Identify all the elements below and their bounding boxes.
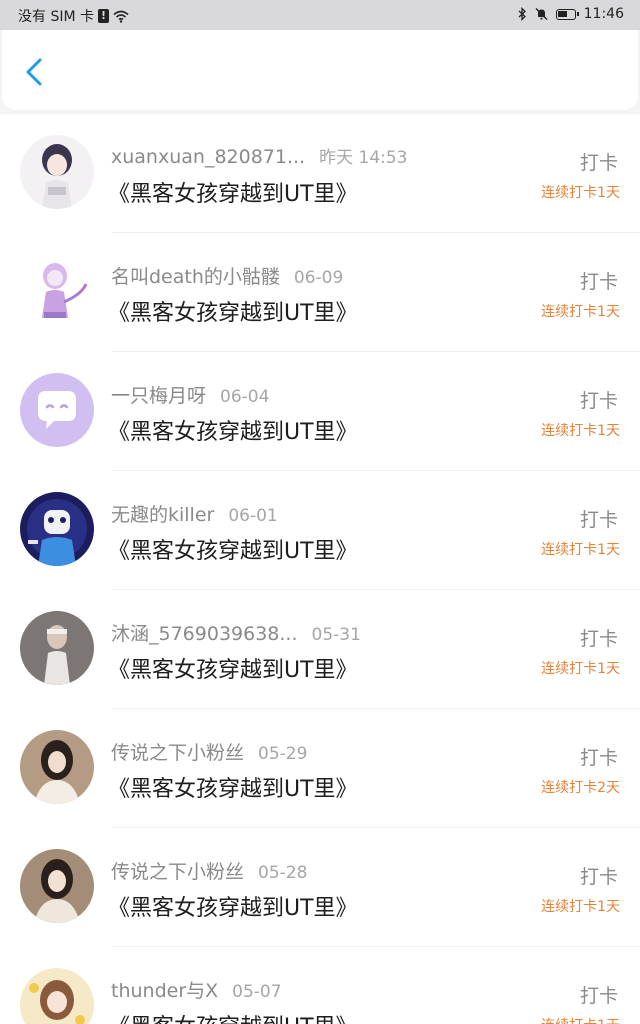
list-item[interactable]: 传说之下小粉丝 05-29 《黑客女孩穿越到UT里》 打卡 连续打卡2天: [0, 709, 640, 828]
checkin-time: 昨天 14:53: [319, 148, 408, 168]
list-item[interactable]: xuanxuan_820871... 昨天 14:53 《黑客女孩穿越到UT里》 …: [0, 114, 640, 233]
book-title: 《黑客女孩穿越到UT里》: [108, 777, 358, 802]
bluetooth-icon: [518, 7, 526, 21]
user-name-line: 无趣的killer 06-01: [111, 500, 278, 527]
status-bar: 没有 SIM 卡 ! 11:46: [0, 0, 640, 30]
checkin-label: 打卡: [579, 271, 618, 293]
status-time: 11:46: [583, 6, 624, 22]
status-right: 11:46: [518, 6, 624, 22]
avatar[interactable]: [20, 849, 94, 923]
checkin-time: 06-04: [220, 387, 270, 407]
avatar[interactable]: [20, 254, 94, 328]
user-name: 沐涵_5769039638...: [111, 623, 298, 645]
avatar[interactable]: [20, 373, 94, 447]
list-item[interactable]: 传说之下小粉丝 05-28 《黑客女孩穿越到UT里》 打卡 连续打卡1天: [0, 828, 640, 947]
book-title: 《黑客女孩穿越到UT里》: [108, 301, 358, 326]
streak-badge: 连续打卡1天: [541, 423, 620, 439]
user-name: xuanxuan_820871...: [111, 146, 306, 168]
list-item[interactable]: 沐涵_5769039638... 05-31 《黑客女孩穿越到UT里》 打卡 连续…: [0, 590, 640, 709]
avatar[interactable]: [20, 730, 94, 804]
carrier-text: 没有 SIM 卡: [18, 9, 94, 25]
book-title: 《黑客女孩穿越到UT里》: [108, 896, 358, 921]
user-name: 名叫death的小骷髅: [111, 266, 280, 288]
book-title: 《黑客女孩穿越到UT里》: [108, 539, 358, 564]
list-item[interactable]: 名叫death的小骷髅 06-09 《黑客女孩穿越到UT里》 打卡 连续打卡1天: [0, 233, 640, 352]
streak-badge: 连续打卡1天: [541, 1015, 620, 1024]
checkin-label: 打卡: [579, 985, 618, 1007]
user-name-line: thunder与X 05-07: [111, 976, 282, 1003]
avatar[interactable]: [20, 611, 94, 685]
checkin-time: 05-07: [232, 982, 282, 1002]
battery-icon: [555, 8, 579, 20]
list-item[interactable]: thunder与X 05-07 《黑客女孩穿越到UT里》 打卡 连续打卡1天: [0, 947, 640, 1024]
list-item[interactable]: 一只梅月呀 06-04 《黑客女孩穿越到UT里》 打卡 连续打卡1天: [0, 352, 640, 471]
book-title: 《黑客女孩穿越到UT里》: [108, 658, 358, 683]
streak-badge: 连续打卡2天: [541, 780, 620, 796]
sim-alert-icon: !: [98, 9, 109, 23]
wifi-icon: [113, 10, 129, 23]
user-name-line: 传说之下小粉丝 05-28: [111, 857, 307, 884]
checkin-label: 打卡: [579, 747, 618, 769]
streak-badge: 连续打卡1天: [541, 185, 620, 201]
user-name-line: 沐涵_5769039638... 05-31: [111, 619, 361, 646]
checkin-list: xuanxuan_820871... 昨天 14:53 《黑客女孩穿越到UT里》 …: [0, 114, 640, 1024]
streak-badge: 连续打卡1天: [541, 661, 620, 677]
book-title: 《黑客女孩穿越到UT里》: [108, 420, 358, 445]
user-name: 无趣的killer: [111, 504, 215, 526]
checkin-label: 打卡: [579, 509, 618, 531]
book-title: 《黑客女孩穿越到UT里》: [108, 182, 358, 207]
chevron-left-icon: [26, 58, 42, 86]
avatar[interactable]: [20, 492, 94, 566]
book-title: 《黑客女孩穿越到UT里》: [108, 1009, 358, 1024]
checkin-label: 打卡: [579, 152, 618, 174]
mute-bell-icon: [535, 8, 548, 20]
checkin-time: 05-28: [258, 863, 308, 883]
user-name: 传说之下小粉丝: [111, 742, 245, 764]
checkin-label: 打卡: [579, 866, 618, 888]
checkin-time: 06-01: [228, 506, 278, 526]
header-bar: [2, 30, 638, 110]
checkin-time: 06-09: [293, 268, 344, 288]
list-item[interactable]: 无趣的killer 06-01 《黑客女孩穿越到UT里》 打卡 连续打卡1天: [0, 471, 640, 590]
checkin-label: 打卡: [579, 628, 618, 650]
checkin-time: 05-31: [311, 625, 361, 645]
avatar[interactable]: [20, 968, 94, 1024]
user-name: 传说之下小粉丝: [111, 861, 245, 883]
user-name: thunder与X: [111, 980, 219, 1002]
streak-badge: 连续打卡1天: [541, 304, 620, 320]
streak-badge: 连续打卡1天: [541, 542, 620, 558]
status-left: 没有 SIM 卡 !: [18, 6, 129, 26]
user-name: 一只梅月呀: [111, 385, 207, 407]
user-name-line: 名叫death的小骷髅 06-09: [111, 262, 343, 289]
back-button[interactable]: [18, 54, 54, 90]
checkin-label: 打卡: [579, 390, 618, 412]
checkin-time: 05-29: [258, 744, 308, 764]
user-name-line: xuanxuan_820871... 昨天 14:53: [111, 143, 408, 168]
user-name-line: 一只梅月呀 06-04: [111, 381, 269, 408]
streak-badge: 连续打卡1天: [541, 899, 620, 915]
avatar[interactable]: [20, 135, 94, 209]
user-name-line: 传说之下小粉丝 05-29: [111, 738, 307, 765]
